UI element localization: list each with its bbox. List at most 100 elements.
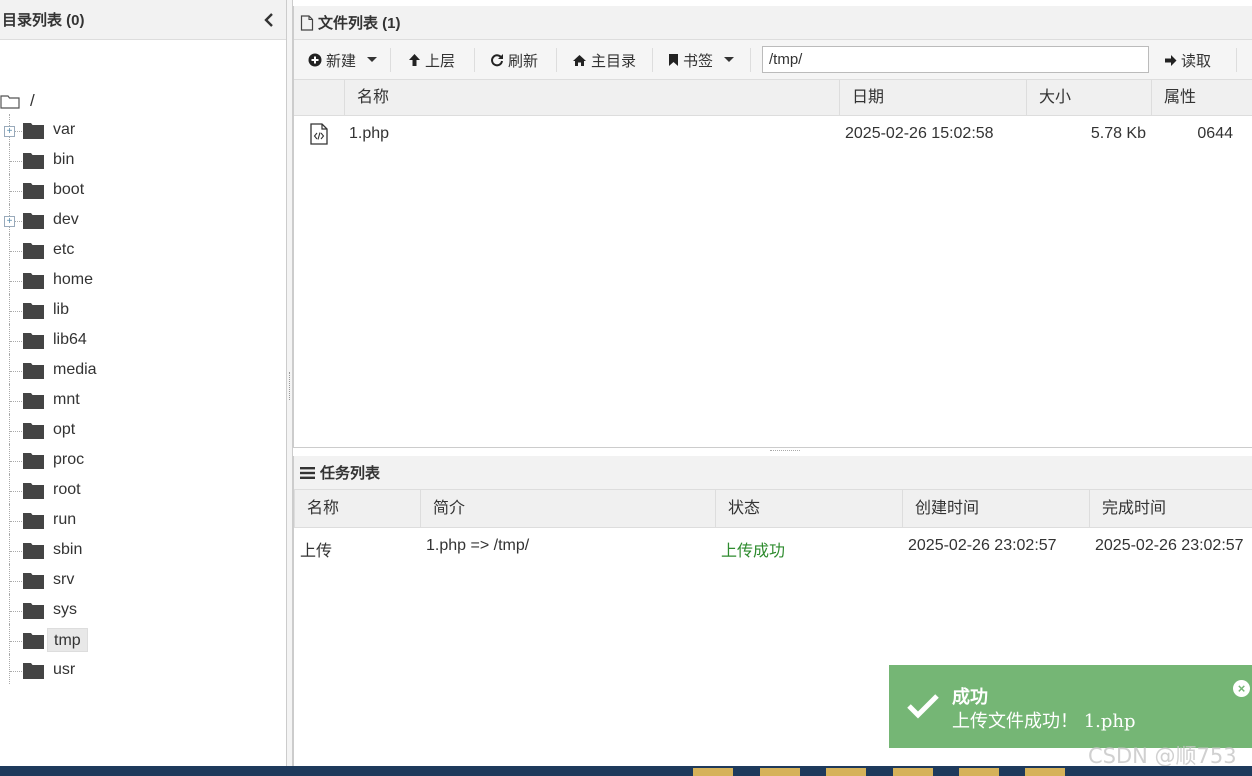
tree-item-opt[interactable]: opt <box>0 414 287 444</box>
os-taskbar <box>0 766 1252 776</box>
toast-title: 成功 <box>952 687 988 708</box>
tree-item-lib64[interactable]: lib64 <box>0 324 287 354</box>
new-button-label: 新建 <box>326 52 357 70</box>
folder-icon <box>23 542 44 559</box>
tree-item-usr[interactable]: usr <box>0 654 287 684</box>
tree-item-lib[interactable]: lib <box>0 294 287 324</box>
task-desc: 1.php => /tmp/ <box>426 537 530 554</box>
folder-icon <box>23 452 44 469</box>
refresh-icon <box>491 54 503 67</box>
tree-item-label: proc <box>53 451 85 468</box>
folder-icon <box>23 392 44 409</box>
tree-item-label: lib64 <box>53 331 87 348</box>
tree-item-label: home <box>53 271 94 288</box>
folder-icon <box>23 152 44 169</box>
collapse-chevron-icon[interactable] <box>262 12 276 28</box>
code-file-icon <box>310 123 328 145</box>
task-column-finished-header[interactable]: 完成时间 <box>1089 490 1252 528</box>
tree-item-label: etc <box>53 241 75 258</box>
home-dir-button[interactable]: 主目录 <box>572 46 636 74</box>
task-panel-title: 任务列表 <box>320 465 381 482</box>
task-column-created-header[interactable]: 创建时间 <box>902 490 1089 528</box>
tree-item-label: srv <box>53 571 75 588</box>
task-created: 2025-02-26 23:02:57 <box>908 537 1057 554</box>
directory-panel-title: 目录列表 (0) <box>2 12 85 29</box>
path-input[interactable] <box>762 46 1149 73</box>
tree-root[interactable]: / <box>0 90 35 112</box>
caret-down-icon <box>724 57 735 62</box>
file-panel-title: 文件列表 (1) <box>318 15 401 32</box>
column-name-label: 名称 <box>357 89 390 106</box>
new-button[interactable]: 新建 <box>308 46 382 74</box>
folder-icon <box>23 602 44 619</box>
bookmark-button[interactable]: 书签 <box>668 46 739 74</box>
tree-item-dev[interactable]: + dev <box>0 204 287 234</box>
tree-item-mnt[interactable]: mnt <box>0 384 287 414</box>
tree-item-sbin[interactable]: sbin <box>0 534 287 564</box>
file-toolbar: 新建 上层 刷新 主目录 书签 读取 <box>294 40 1252 80</box>
tree-item-label: bin <box>53 151 75 168</box>
panel-resize-handle[interactable] <box>770 450 800 452</box>
read-path-button[interactable]: 读取 <box>1164 46 1211 74</box>
tree-item-proc[interactable]: proc <box>0 444 287 474</box>
column-date-header[interactable]: 日期 <box>839 80 1026 116</box>
home-dir-button-label: 主目录 <box>591 52 637 70</box>
refresh-button-label: 刷新 <box>508 52 539 70</box>
folder-icon <box>23 632 44 649</box>
folder-icon <box>23 572 44 589</box>
file-name: 1.php <box>349 125 390 142</box>
tree-item-label: run <box>53 511 77 528</box>
tree-item-run[interactable]: run <box>0 504 287 534</box>
tree-item-label: usr <box>53 661 76 678</box>
tree-item-label: sbin <box>53 541 83 558</box>
tree-item-tmp[interactable]: tmp <box>0 624 287 654</box>
directory-panel-header: 目录列表 (0) <box>0 0 286 40</box>
file-row[interactable]: 1.php 2025-02-26 15:02:58 5.78 Kb 0644 <box>294 117 1252 151</box>
tree-item-home[interactable]: home <box>0 264 287 294</box>
column-size-header[interactable]: 大小 <box>1026 80 1151 116</box>
tree-item-media[interactable]: media <box>0 354 287 384</box>
tree-item-srv[interactable]: srv <box>0 564 287 594</box>
parent-dir-button[interactable]: 上层 <box>408 46 455 74</box>
arrow-right-icon <box>1165 54 1177 66</box>
success-toast: 成功 上传文件成功！ 1.php × <box>889 665 1252 748</box>
tree-item-var[interactable]: + var <box>0 114 287 144</box>
task-column-finished-label: 完成时间 <box>1102 500 1167 517</box>
read-path-button-label: 读取 <box>1181 52 1212 70</box>
task-column-name-header[interactable]: 名称 <box>294 490 420 528</box>
task-row[interactable]: 上传 1.php => /tmp/ 上传成功 2025-02-26 23:02:… <box>294 529 1252 563</box>
bookmark-button-label: 书签 <box>683 52 714 70</box>
folder-icon <box>23 482 44 499</box>
column-name-header[interactable]: 名称 <box>344 80 839 116</box>
close-icon[interactable]: × <box>1233 680 1250 697</box>
task-status: 上传成功 <box>721 543 786 560</box>
file-grid-header: 名称 日期 大小 属性 <box>294 80 1252 116</box>
plus-circle-icon <box>308 53 322 67</box>
folder-icon <box>23 242 44 259</box>
task-column-desc-header[interactable]: 简介 <box>420 490 715 528</box>
task-column-status-header[interactable]: 状态 <box>715 490 902 528</box>
folder-icon <box>23 332 44 349</box>
refresh-button[interactable]: 刷新 <box>490 46 538 74</box>
expand-icon[interactable]: + <box>4 126 15 137</box>
folder-open-icon <box>0 95 20 109</box>
file-icon <box>300 14 314 31</box>
tree-item-label: media <box>53 361 97 378</box>
task-column-desc-label: 简介 <box>433 500 466 517</box>
column-size-label: 大小 <box>1039 89 1072 106</box>
bookmark-icon <box>669 54 678 66</box>
tree-item-root[interactable]: root <box>0 474 287 504</box>
expand-icon[interactable]: + <box>4 216 15 227</box>
task-column-name-label: 名称 <box>307 500 340 517</box>
folder-icon <box>23 362 44 379</box>
tree-item-bin[interactable]: bin <box>0 144 287 174</box>
tree-item-label: root <box>53 481 81 498</box>
column-date-label: 日期 <box>852 89 885 106</box>
file-panel: 文件列表 (1) 新建 上层 刷新 主目录 书签 /tmp/ 读取 名称 日期 … <box>293 6 1252 448</box>
tree-item-etc[interactable]: etc <box>0 234 287 264</box>
column-perm-header[interactable]: 属性 <box>1151 80 1252 116</box>
tree-item-sys[interactable]: sys <box>0 594 287 624</box>
folder-icon <box>23 122 44 139</box>
caret-down-icon <box>367 57 378 62</box>
tree-item-boot[interactable]: boot <box>0 174 287 204</box>
